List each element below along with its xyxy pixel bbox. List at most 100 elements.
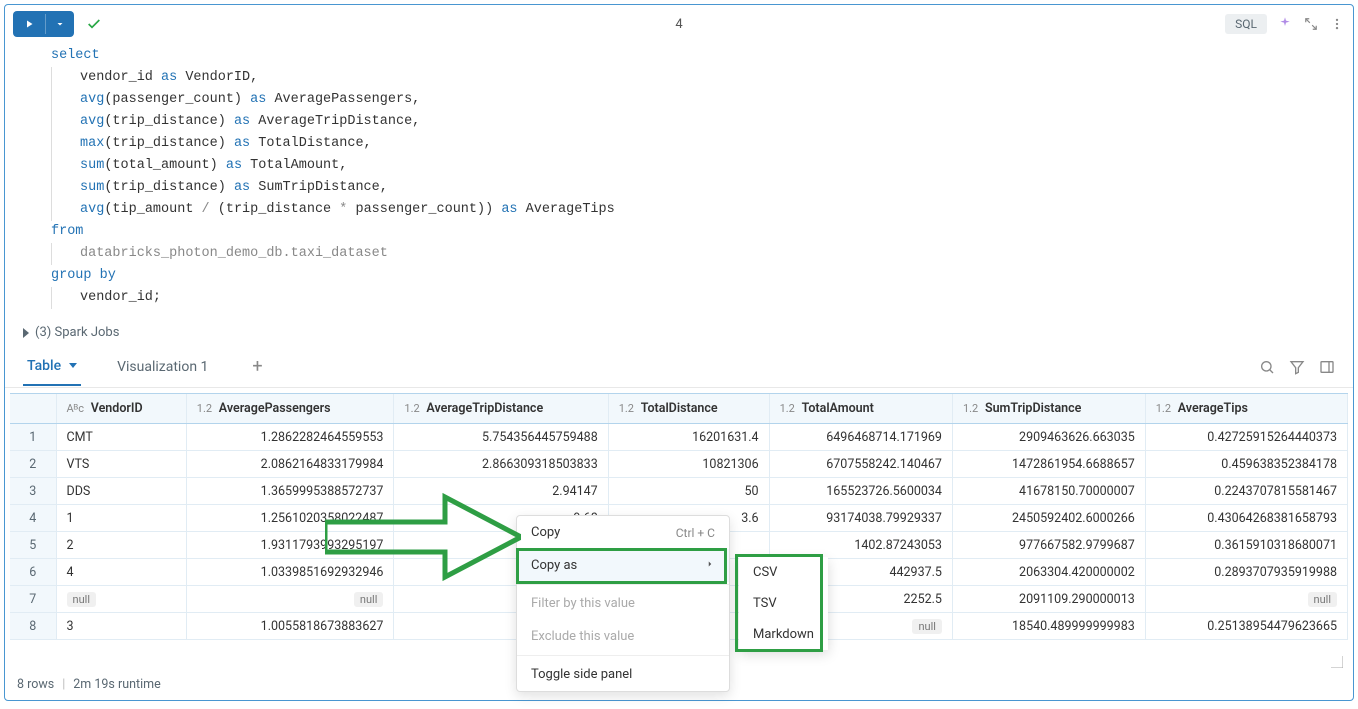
notebook-cell: 4 SQL selectvendor_id as VendorID,avg(pa… bbox=[4, 4, 1354, 701]
table-cell[interactable]: 1.0339851692932946 bbox=[186, 559, 394, 586]
column-header[interactable]: 1.2 TotalAmount bbox=[769, 394, 952, 424]
table-cell[interactable]: 2909463626.663035 bbox=[952, 424, 1145, 451]
table-cell[interactable]: null bbox=[56, 586, 186, 613]
status-separator: | bbox=[62, 677, 65, 692]
table-row[interactable]: 1CMT1.28622824645595535.7543564457594881… bbox=[10, 424, 1348, 451]
row-number: 3 bbox=[10, 478, 56, 505]
column-label: VendorID bbox=[91, 401, 143, 416]
search-icon[interactable] bbox=[1259, 359, 1275, 375]
menu-filter: Filter by this value bbox=[517, 587, 729, 620]
table-cell[interactable]: DDS bbox=[56, 478, 186, 505]
context-menu: Copy Ctrl + C Copy as Filter by this val… bbox=[516, 515, 730, 692]
table-cell[interactable]: 10821306 bbox=[608, 451, 769, 478]
menu-copy-label: Copy bbox=[531, 525, 560, 540]
chevron-right-icon bbox=[705, 558, 715, 573]
table-cell[interactable]: 4 bbox=[56, 559, 186, 586]
table-cell[interactable]: 1402.87243053 bbox=[769, 532, 952, 559]
column-label: AveragePassengers bbox=[219, 401, 331, 416]
filter-icon[interactable] bbox=[1289, 359, 1305, 375]
table-cell[interactable]: 5.754356445759488 bbox=[394, 424, 608, 451]
table-cell[interactable]: 6496468714.171969 bbox=[769, 424, 952, 451]
table-cell[interactable]: 2091109.290000013 bbox=[952, 586, 1145, 613]
code-line: avg(tip_amount / (trip_distance * passen… bbox=[51, 199, 1353, 221]
table-cell[interactable]: 18540.489999999983 bbox=[952, 613, 1145, 640]
expand-icon[interactable] bbox=[1303, 16, 1319, 32]
table-cell[interactable]: null bbox=[186, 586, 394, 613]
table-row[interactable]: 3DDS1.36599953885727372.9414750165523726… bbox=[10, 478, 1348, 505]
column-header[interactable]: 1.2 AverageTripDistance bbox=[394, 394, 608, 424]
table-cell[interactable]: 2 bbox=[56, 532, 186, 559]
submenu-tsv[interactable]: TSV bbox=[739, 588, 828, 619]
table-cell[interactable]: 0.43064268381658793 bbox=[1145, 505, 1347, 532]
play-icon bbox=[23, 18, 35, 30]
table-cell[interactable]: CMT bbox=[56, 424, 186, 451]
menu-toggle-label: Toggle side panel bbox=[531, 667, 632, 682]
submenu-csv[interactable]: CSV bbox=[739, 557, 828, 588]
chevron-down-icon bbox=[54, 18, 66, 30]
run-main[interactable] bbox=[13, 14, 45, 34]
menu-toggle-panel[interactable]: Toggle side panel bbox=[517, 658, 729, 691]
more-icon[interactable] bbox=[1329, 16, 1345, 32]
code-line: select bbox=[51, 45, 1353, 67]
table-cell[interactable]: 2450592402.6000266 bbox=[952, 505, 1145, 532]
table-cell[interactable]: 1.2862282464559553 bbox=[186, 424, 394, 451]
table-cell[interactable]: 6707558242.140467 bbox=[769, 451, 952, 478]
column-label: AverageTips bbox=[1178, 401, 1248, 416]
spark-jobs-toggle[interactable]: (3) Spark Jobs bbox=[5, 319, 1353, 346]
table-cell[interactable]: 93174038.79929337 bbox=[769, 505, 952, 532]
column-header[interactable]: 1.2 SumTripDistance bbox=[952, 394, 1145, 424]
table-cell[interactable]: 165523726.5600034 bbox=[769, 478, 952, 505]
table-cell[interactable]: VTS bbox=[56, 451, 186, 478]
table-cell[interactable]: 977667582.9799687 bbox=[952, 532, 1145, 559]
null-badge: null bbox=[67, 592, 97, 607]
menu-divider bbox=[517, 584, 729, 585]
table-cell[interactable]: 0.2243707815581467 bbox=[1145, 478, 1347, 505]
column-header[interactable]: Aᴮc VendorID bbox=[56, 394, 186, 424]
table-cell[interactable]: 0.42725915264440373 bbox=[1145, 424, 1347, 451]
table-cell[interactable]: 50 bbox=[608, 478, 769, 505]
table-cell[interactable]: null bbox=[1145, 586, 1347, 613]
spark-jobs-label: (3) Spark Jobs bbox=[35, 325, 119, 340]
code-line: avg(trip_distance) as AverageTripDistanc… bbox=[51, 111, 1353, 133]
table-cell[interactable]: 1.9311793993295197 bbox=[186, 532, 394, 559]
sql-editor[interactable]: selectvendor_id as VendorID,avg(passenge… bbox=[5, 43, 1353, 319]
table-cell[interactable]: 2.866309318503833 bbox=[394, 451, 608, 478]
table-cell[interactable]: 2.94147 bbox=[394, 478, 608, 505]
table-cell[interactable]: 41678150.70000007 bbox=[952, 478, 1145, 505]
column-header[interactable]: 1.2 TotalDistance bbox=[608, 394, 769, 424]
add-tab-button[interactable]: + bbox=[244, 352, 270, 381]
run-button[interactable] bbox=[13, 11, 74, 37]
table-cell[interactable]: 0.459638352384178 bbox=[1145, 451, 1347, 478]
table-cell[interactable]: 0.25138954479623665 bbox=[1145, 613, 1347, 640]
table-cell[interactable]: 3 bbox=[56, 613, 186, 640]
chevron-down-icon bbox=[69, 363, 77, 368]
row-number: 6 bbox=[10, 559, 56, 586]
row-number: 1 bbox=[10, 424, 56, 451]
table-cell[interactable]: 1.3659995388572737 bbox=[186, 478, 394, 505]
table-cell[interactable]: 2063304.420000002 bbox=[952, 559, 1145, 586]
table-cell[interactable]: 2.0862164833179984 bbox=[186, 451, 394, 478]
table-row[interactable]: 2VTS2.08621648331799842.8663093185038331… bbox=[10, 451, 1348, 478]
table-cell[interactable]: 1.0055818673883627 bbox=[186, 613, 394, 640]
table-cell[interactable]: 16201631.4 bbox=[608, 424, 769, 451]
run-dropdown[interactable] bbox=[45, 14, 74, 34]
sparkle-icon[interactable] bbox=[1277, 16, 1293, 32]
table-cell[interactable]: 1.2561020358022487 bbox=[186, 505, 394, 532]
success-check-icon bbox=[86, 16, 102, 32]
menu-copy[interactable]: Copy Ctrl + C bbox=[517, 516, 729, 549]
side-panel-icon[interactable] bbox=[1319, 359, 1335, 375]
row-number-header bbox=[10, 394, 56, 424]
tab-visualization[interactable]: Visualization 1 bbox=[113, 349, 212, 385]
tab-table[interactable]: Table bbox=[23, 348, 81, 386]
menu-copy-as[interactable]: Copy as bbox=[517, 549, 729, 582]
column-header[interactable]: 1.2 AveragePassengers bbox=[186, 394, 394, 424]
table-cell[interactable]: 0.3615910318680071 bbox=[1145, 532, 1347, 559]
resize-handle[interactable] bbox=[1331, 656, 1343, 668]
table-cell[interactable]: 1472861954.6688657 bbox=[952, 451, 1145, 478]
table-cell[interactable]: 0.2893707935919988 bbox=[1145, 559, 1347, 586]
table-cell[interactable]: 1 bbox=[56, 505, 186, 532]
column-header[interactable]: 1.2 AverageTips bbox=[1145, 394, 1347, 424]
submenu-markdown[interactable]: Markdown bbox=[739, 619, 828, 650]
language-badge[interactable]: SQL bbox=[1225, 14, 1267, 34]
column-label: SumTripDistance bbox=[985, 401, 1081, 416]
